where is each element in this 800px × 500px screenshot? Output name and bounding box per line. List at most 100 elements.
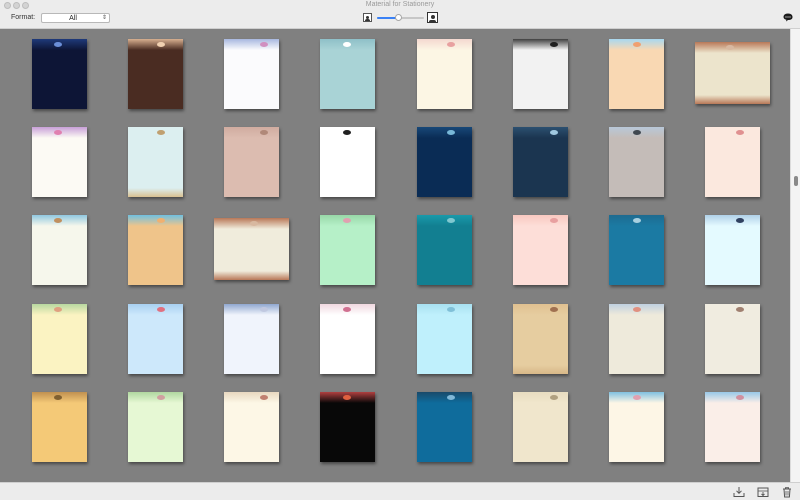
thumbnail-ornament [736, 218, 744, 223]
thumbnail-header-art [705, 215, 760, 226]
stationery-thumbnail[interactable] [417, 39, 472, 109]
bottom-bar [0, 482, 800, 500]
stationery-thumbnail[interactable] [609, 392, 664, 462]
thumbnail-header-art [417, 392, 472, 403]
thumbnail-ornament [54, 395, 62, 400]
thumbnail-ornament [260, 395, 268, 400]
thumbnail-header-art [417, 215, 472, 226]
stationery-thumbnail[interactable] [32, 215, 87, 285]
stationery-thumbnail[interactable] [320, 304, 375, 374]
thumbnail-ornament [633, 307, 641, 312]
stationery-thumbnail[interactable] [417, 127, 472, 197]
thumbnail-header-art [513, 215, 568, 226]
stationery-thumbnail[interactable] [609, 39, 664, 109]
large-portrait-icon[interactable] [427, 12, 438, 23]
format-label: Format: [11, 14, 36, 21]
stationery-thumbnail[interactable] [128, 392, 183, 462]
thumbnail-ornament [343, 218, 351, 223]
thumbnail-ornament [157, 130, 165, 135]
thumbnail-ornament [54, 42, 62, 47]
stationery-thumbnail[interactable] [513, 127, 568, 197]
thumbnail-footer-art [695, 95, 770, 104]
stationery-thumbnail[interactable] [705, 127, 760, 197]
thumbnail-header-art [417, 39, 472, 50]
thumbnail-ornament [726, 45, 734, 50]
format-select-value: All [69, 15, 77, 22]
thumbnail-ornament [633, 42, 641, 47]
stationery-thumbnail[interactable] [320, 127, 375, 197]
stationery-thumbnail[interactable] [32, 127, 87, 197]
stationery-thumbnail[interactable] [417, 215, 472, 285]
stationery-thumbnail[interactable] [695, 42, 770, 104]
window-title: Material for Stationery [365, 1, 435, 8]
small-portrait-icon[interactable] [363, 13, 372, 22]
stationery-thumbnail[interactable] [224, 127, 279, 197]
stationery-thumbnail[interactable] [32, 392, 87, 462]
stationery-thumbnail[interactable] [128, 39, 183, 109]
thumbnail-ornament [157, 307, 165, 312]
thumbnail-ornament [54, 218, 62, 223]
stationery-thumbnail[interactable] [609, 127, 664, 197]
thumbnail-ornament [736, 130, 744, 135]
thumbnail-header-art [224, 392, 279, 403]
thumbnail-ornament [736, 395, 744, 400]
thumbnail-header-art [128, 304, 183, 315]
thumbnail-footer-art [513, 365, 568, 374]
thumbnail-header-art [513, 127, 568, 138]
thumbnail-ornament [550, 42, 558, 47]
stationery-thumbnail[interactable] [513, 392, 568, 462]
thumbnail-header-art [417, 304, 472, 315]
stationery-thumbnail[interactable] [705, 215, 760, 285]
stationery-thumbnail[interactable] [320, 392, 375, 462]
thumbnail-footer-art [214, 271, 289, 280]
stationery-thumbnail[interactable] [128, 127, 183, 197]
thumbnail-size-slider[interactable] [377, 14, 424, 21]
thumbnail-ornament [633, 395, 641, 400]
thumbnail-ornament [343, 395, 351, 400]
thumbnail-ornament [260, 130, 268, 135]
stationery-thumbnail[interactable] [224, 304, 279, 374]
stationery-thumbnail[interactable] [320, 215, 375, 285]
stationery-thumbnail[interactable] [513, 39, 568, 109]
stationery-thumbnail[interactable] [609, 304, 664, 374]
toolbar: Format: All ⇕ [0, 11, 800, 29]
thumbnail-header-art [128, 215, 183, 226]
thumbnail-header-art [224, 39, 279, 50]
scrollbar-thumb[interactable] [794, 176, 798, 186]
stationery-thumbnail[interactable] [32, 304, 87, 374]
vertical-scrollbar[interactable] [790, 29, 800, 482]
download-tray-icon[interactable] [733, 486, 745, 498]
thumbnail-ornament [550, 218, 558, 223]
stationery-thumbnail[interactable] [705, 304, 760, 374]
stationery-gallery [0, 29, 790, 482]
thumbnail-ornament [447, 307, 455, 312]
stationery-thumbnail[interactable] [705, 392, 760, 462]
import-box-icon[interactable] [757, 486, 769, 498]
app-window: Material for Stationery Format: All ⇕ [0, 0, 800, 500]
thumbnail-header-art [128, 39, 183, 50]
stationery-thumbnail[interactable] [224, 392, 279, 462]
slider-knob[interactable] [394, 14, 402, 21]
thumbnail-ornament [447, 130, 455, 135]
stationery-thumbnail[interactable] [417, 392, 472, 462]
stationery-thumbnail[interactable] [224, 39, 279, 109]
thumbnail-header-art [705, 127, 760, 138]
stationery-thumbnail[interactable] [128, 304, 183, 374]
thumbnail-ornament [260, 307, 268, 312]
thumbnail-header-art [417, 127, 472, 138]
thumbnail-header-art [224, 304, 279, 315]
thumbnail-ornament [447, 218, 455, 223]
stationery-thumbnail[interactable] [320, 39, 375, 109]
title-bar: Material for Stationery [0, 0, 800, 11]
stationery-thumbnail[interactable] [609, 215, 664, 285]
stationery-thumbnail[interactable] [32, 39, 87, 109]
stationery-thumbnail[interactable] [214, 218, 289, 280]
thumbnail-header-art [128, 392, 183, 403]
trash-icon[interactable] [781, 486, 793, 498]
stationery-thumbnail[interactable] [417, 304, 472, 374]
stationery-thumbnail[interactable] [513, 304, 568, 374]
speech-bubble-icon[interactable] [783, 13, 793, 22]
stationery-thumbnail[interactable] [513, 215, 568, 285]
format-select[interactable]: All ⇕ [41, 13, 110, 23]
stationery-thumbnail[interactable] [128, 215, 183, 285]
